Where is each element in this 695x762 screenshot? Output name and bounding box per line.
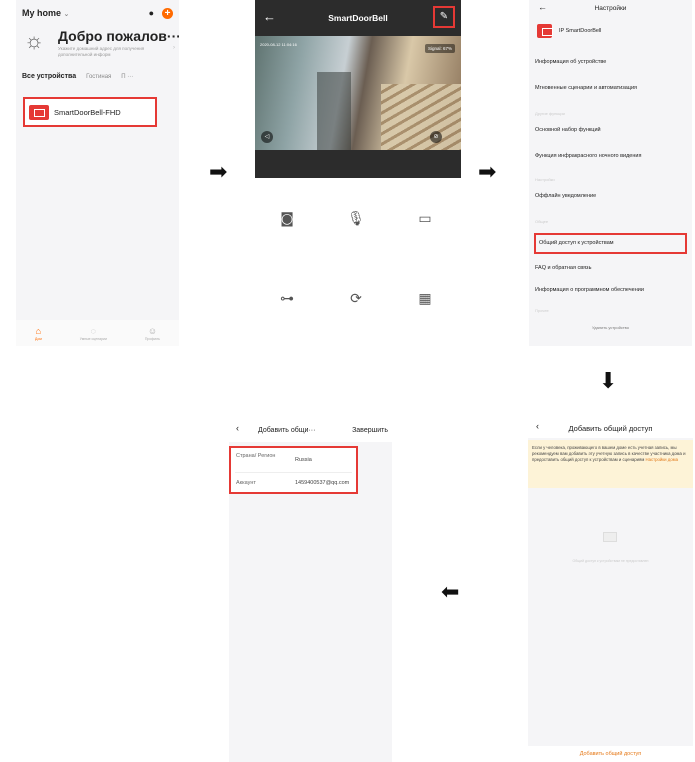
empty-state-icon xyxy=(603,532,617,542)
chevron-right-icon[interactable]: › xyxy=(173,45,175,51)
scene-icon: ◌ xyxy=(90,325,96,336)
arrow-right-icon: ➡ xyxy=(209,160,228,185)
camera-snapshot-icon[interactable]: ◙ xyxy=(267,206,307,232)
home-settings-link[interactable]: Настройки дома xyxy=(646,457,679,462)
nav-scenes[interactable]: ◌ Умные сценарии xyxy=(80,326,107,341)
control-grid: ◙ 🎙 ▭ ⊶ ⟳ ▦ xyxy=(255,178,461,346)
settings-row-device-sharing[interactable]: Общий доступ к устройствам xyxy=(534,233,687,254)
nav-profile[interactable]: ☺ Профиль xyxy=(145,326,160,341)
section-label: Настройки xyxy=(535,177,555,182)
video-timestamp: 2020-08-12 11:04:16 xyxy=(260,42,297,47)
account-input[interactable]: 1459400537@qq.com xyxy=(295,480,349,486)
country-value: Russia xyxy=(295,457,312,463)
live-title: SmartDoorBell xyxy=(328,13,388,23)
tab-living-room[interactable]: Гостиная xyxy=(86,74,111,80)
arrow-left-icon: ⬅ xyxy=(441,580,460,605)
device-card-smartdoorbell[interactable]: SmartDoorBell-FHD xyxy=(23,97,157,127)
settings-row-faq[interactable]: FAQ и обратная связь xyxy=(535,265,591,271)
profile-icon: ☺ xyxy=(147,325,158,336)
section-label: Прочее xyxy=(535,308,549,313)
nav-home[interactable]: ⌂ Дом xyxy=(35,326,42,341)
settings-title: Настройки xyxy=(594,5,627,12)
arrow-down-icon: ⬇ xyxy=(599,369,618,394)
settings-row-scenes[interactable]: Мгновенные сценарии и автоматизация xyxy=(535,85,637,91)
add-sharing-button[interactable]: Добавить общий доступ xyxy=(528,746,693,762)
country-label: Страна/ Регион xyxy=(236,453,276,459)
speaker-mute-icon[interactable]: ◁ xyxy=(261,131,273,143)
bottom-navigation: ⌂ Дом ◌ Умные сценарии ☺ Профиль xyxy=(16,320,179,346)
chevron-down-icon: ⌄ xyxy=(63,11,70,18)
section-label: Общее xyxy=(535,219,549,224)
add-sharing-header: ‹ Добавить общий доступ xyxy=(528,416,693,438)
settings-screen: ← Настройки IP SmartDoorBell Информация … xyxy=(529,0,692,346)
form-header: ‹ Добавить общи··· Завершить xyxy=(229,416,392,442)
tab-more[interactable]: П ··· xyxy=(121,74,133,80)
settings-row-firmware[interactable]: Информация о программном обеспечении xyxy=(535,287,644,293)
form-divider xyxy=(235,472,352,473)
device-header[interactable]: IP SmartDoorBell xyxy=(537,24,601,38)
settings-row-basic-functions[interactable]: Основной набор функций xyxy=(535,127,601,133)
device-name: IP SmartDoorBell xyxy=(559,28,602,34)
add-sharing-form-screen: ‹ Добавить общи··· Завершить Страна/ Рег… xyxy=(229,416,392,762)
no-audio-icon[interactable]: ⊘ xyxy=(430,131,442,143)
video-stairs-shape xyxy=(381,84,461,150)
add-device-icon[interactable]: + xyxy=(162,7,173,19)
tab-all-devices[interactable]: Все устройства xyxy=(22,73,76,80)
settings-row-night-vision[interactable]: Функция инфракрасного ночного видения xyxy=(535,153,641,159)
microphone-icon[interactable]: 🎙 xyxy=(336,206,376,232)
back-chevron-icon[interactable]: ‹ xyxy=(236,423,239,433)
sun-icon: ☼ xyxy=(24,28,45,53)
live-header: ← SmartDoorBell ✎ xyxy=(255,0,461,36)
nav-home-label: Дом xyxy=(34,336,42,341)
app-home-screen: My home ⌄ ● + ☼ Добро пожалов··· Укажите… xyxy=(16,0,179,346)
arrow-right-icon: ➡ xyxy=(478,160,497,185)
signal-badge: Signal: 67% xyxy=(424,44,455,53)
gallery-icon[interactable]: ▦ xyxy=(405,286,445,312)
sharing-info-banner: Если у человека, проживающего в вашем до… xyxy=(528,440,693,488)
account-label: Аккаунт xyxy=(236,480,256,486)
weather-hint[interactable]: Укажите домашний адрес для получения доп… xyxy=(58,46,163,58)
home-name: My home xyxy=(22,8,62,18)
settings-row-device-info[interactable]: Информация об устройстве xyxy=(535,59,606,65)
welcome-title: Добро пожалов··· xyxy=(58,28,179,44)
video-door-shape xyxy=(317,72,351,150)
settings-row-offline-notify[interactable]: Оффлайн уведомление xyxy=(535,193,596,199)
section-label: Другие функции xyxy=(535,111,565,116)
done-button[interactable]: Завершить xyxy=(352,427,388,434)
device-name: SmartDoorBell-FHD xyxy=(54,107,121,117)
room-tabs: Все устройства Гостиная П ··· xyxy=(22,73,173,80)
form-title: Добавить общи··· xyxy=(258,427,316,434)
edit-pencil-icon[interactable]: ✎ xyxy=(433,6,455,28)
unlock-key-icon[interactable]: ⊶ xyxy=(267,286,307,312)
video-footer-bar xyxy=(255,150,461,178)
sharing-form: Страна/ Регион Russia Аккаунт 1459400537… xyxy=(229,446,358,494)
add-sharing-title: Добавить общий доступ xyxy=(568,424,653,433)
add-sharing-screen: ‹ Добавить общий доступ Если у человека,… xyxy=(528,416,693,762)
delete-device-button[interactable]: Удалить устройство xyxy=(529,325,692,330)
nav-scenes-label: Умные сценарии xyxy=(79,336,107,341)
doorbell-live-screen: ← SmartDoorBell ✎ 2020-08-12 11:04:16 Si… xyxy=(255,0,461,346)
video-record-icon[interactable]: ▭ xyxy=(405,206,445,232)
empty-state-text: Общий доступ к устройствам не предоставл… xyxy=(572,559,649,563)
doorbell-device-icon xyxy=(537,24,553,38)
home-header: My home ⌄ ● + xyxy=(22,5,173,21)
home-selector[interactable]: My home ⌄ xyxy=(22,8,149,18)
nav-profile-label: Профиль xyxy=(144,336,160,341)
microphone-icon[interactable]: ● xyxy=(149,8,154,18)
rotate-icon[interactable]: ⟳ xyxy=(336,286,376,312)
doorbell-device-icon xyxy=(29,104,49,120)
live-video-feed[interactable]: 2020-08-12 11:04:16 Signal: 67% ◁ ⊘ xyxy=(255,36,461,150)
home-icon: ⌂ xyxy=(35,325,42,336)
